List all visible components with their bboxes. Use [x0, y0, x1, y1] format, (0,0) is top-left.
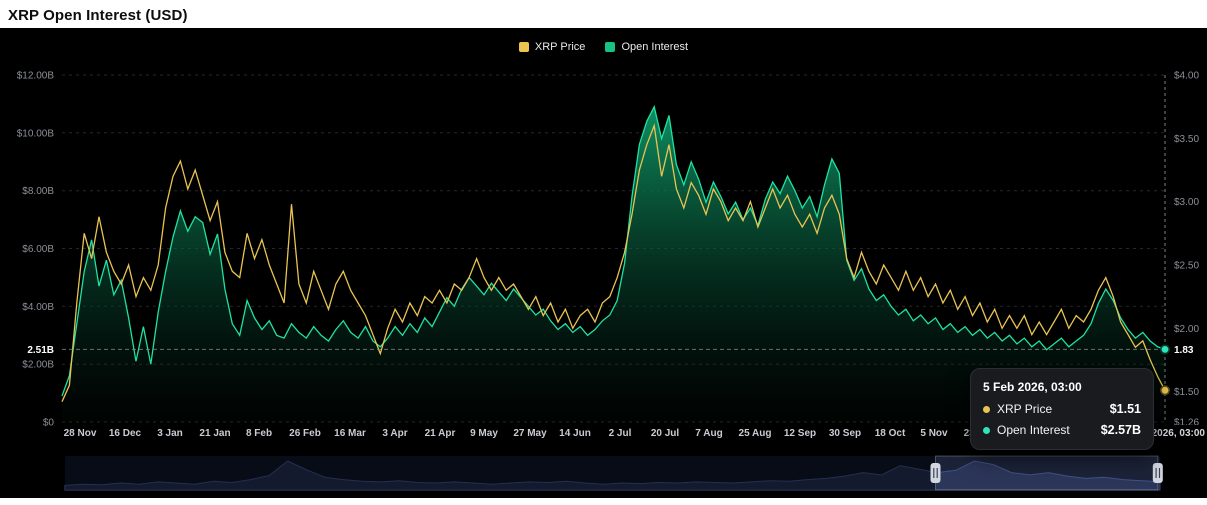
page: XRP Open Interest (USD) XRP Price Open I… [0, 0, 1207, 505]
tooltip: 5 Feb 2026, 03:00 XRP Price $1.51 Open I… [970, 368, 1154, 450]
right-axis-tick: $2.00 [1174, 324, 1199, 335]
left-axis-tick: $10.00B [17, 128, 55, 139]
price-dot-icon [983, 405, 990, 413]
tooltip-price-value: $1.51 [1109, 402, 1141, 416]
right-axis-tick: $3.50 [1174, 134, 1199, 145]
x-axis-tick: 2 Jul [609, 428, 632, 439]
price-last-point [1160, 385, 1171, 396]
xrp-price-swatch-icon [518, 42, 529, 52]
legend: XRP Price Open Interest [0, 41, 1207, 53]
right-axis-tick: $3.00 [1174, 197, 1199, 208]
x-axis-tick: 27 May [513, 428, 547, 439]
tooltip-open-interest-label: Open Interest [997, 423, 1070, 437]
x-axis-tick: 12 Sep [784, 428, 816, 439]
right-axis-tick: $1.50 [1174, 387, 1199, 398]
tooltip-row-open-interest: Open Interest $2.57B [983, 423, 1141, 437]
navigator-handle-left[interactable] [930, 463, 941, 483]
tooltip-row-price: XRP Price $1.51 [983, 402, 1141, 416]
x-axis-tick: 9 May [470, 428, 498, 439]
x-axis-tick: 30 Sep [829, 428, 861, 439]
tooltip-price-label: XRP Price [997, 402, 1053, 416]
legend-label-xrp-price: XRP Price [534, 41, 586, 53]
navigator-brush[interactable] [935, 455, 1159, 491]
left-axis-tick: $2.00B [22, 360, 54, 371]
right-axis-tick: $2.50 [1174, 261, 1199, 272]
x-axis-tick: 8 Feb [246, 428, 272, 439]
x-axis-tick: 3 Jan [157, 428, 183, 439]
open-interest-last-point [1160, 344, 1171, 355]
x-axis-tick: 21 Jan [199, 428, 230, 439]
x-axis-tick: 14 Jun [559, 428, 591, 439]
right-axis-tick: $4.00 [1174, 71, 1199, 82]
tooltip-date: 5 Feb 2026, 03:00 [983, 380, 1082, 394]
legend-label-open-interest: Open Interest [621, 41, 689, 53]
left-axis-tick: $0 [43, 418, 55, 429]
open-interest-swatch-icon [605, 42, 616, 52]
x-axis-tick: 16 Dec [109, 428, 142, 439]
legend-item-open-interest[interactable]: Open Interest [605, 41, 688, 53]
right-axis-crosshair-label: 1.83 [1174, 345, 1194, 356]
chart-canvas: XRP Price Open Interest $12.00B $10.00B $8… [0, 28, 1207, 498]
x-axis-tick: 18 Oct [875, 428, 906, 439]
left-axis-tick: $4.00B [22, 302, 54, 313]
x-axis-tick: 25 Aug [739, 428, 772, 439]
x-axis-tick: 7 Aug [695, 428, 722, 439]
chart-title: XRP Open Interest (USD) [8, 7, 188, 24]
navigator-mask [65, 456, 936, 490]
x-axis-tick: 3 Apr [382, 428, 407, 439]
left-axis-tick: $12.00B [17, 71, 55, 82]
x-axis-tick: 16 Mar [334, 428, 366, 439]
x-axis-tick: 26 Feb [289, 428, 321, 439]
x-axis-tick: 5 Nov [920, 428, 948, 439]
left-axis-tick: $8.00B [22, 186, 54, 197]
open-interest-last-value-label: 2.51B [27, 345, 54, 356]
open-interest-dot-icon [983, 426, 990, 434]
x-axis-tick: 21 Apr [425, 428, 456, 439]
tooltip-open-interest-value: $2.57B [1100, 423, 1141, 437]
navigator-handle-right[interactable] [1152, 463, 1163, 483]
left-axis-tick: $6.00B [22, 244, 54, 255]
x-axis-tick: 20 Jul [651, 428, 680, 439]
legend-item-xrp-price[interactable]: XRP Price [518, 41, 586, 53]
x-axis-tick: 28 Nov [64, 428, 97, 439]
navigator[interactable] [64, 455, 1163, 491]
